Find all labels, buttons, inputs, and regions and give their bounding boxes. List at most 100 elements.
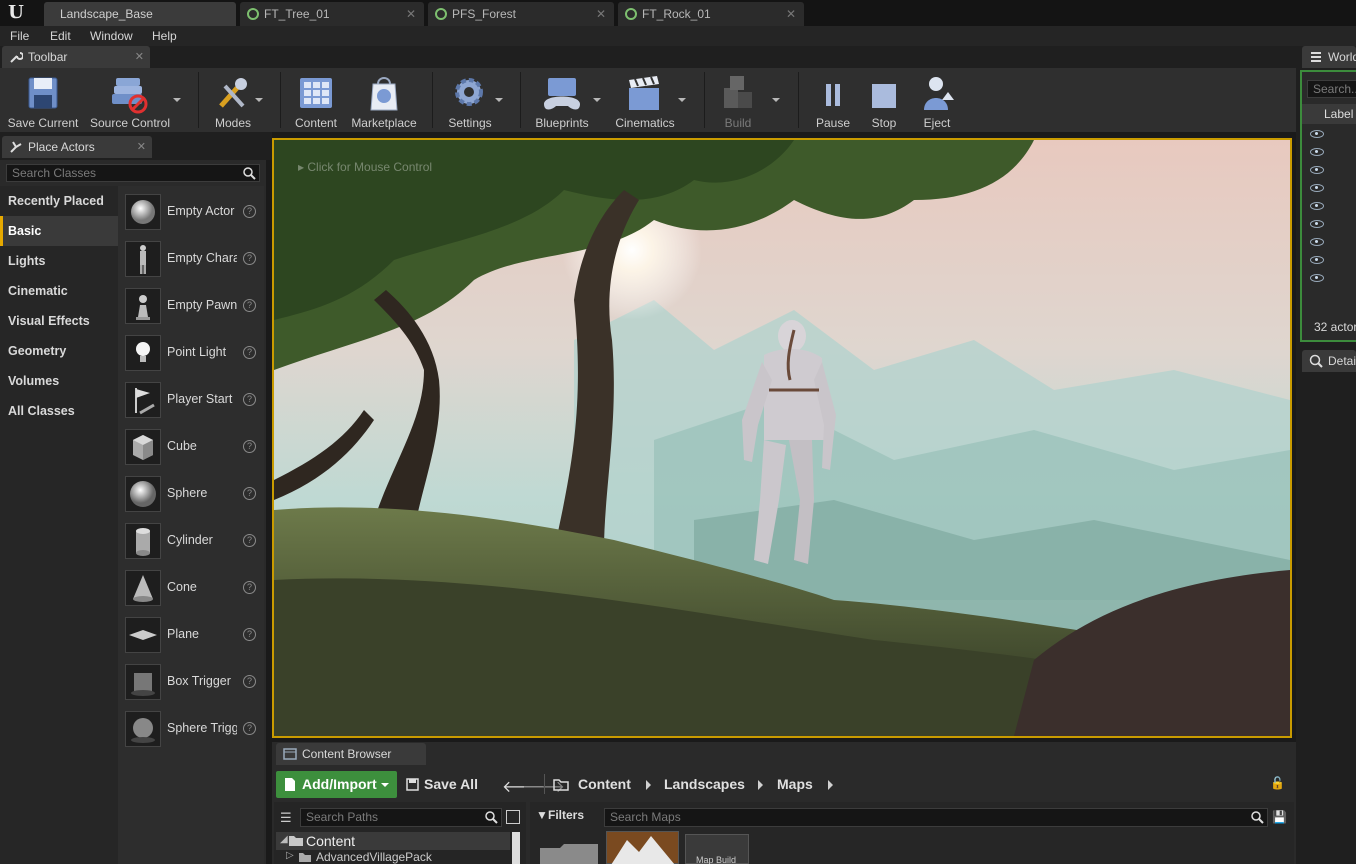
column-label[interactable]: Label — [1324, 107, 1353, 121]
breadcrumb-landscapes[interactable]: Landscapes — [664, 776, 745, 792]
help-icon[interactable]: ? — [243, 675, 256, 688]
eye-icon[interactable] — [1310, 256, 1324, 264]
folder-open-icon[interactable] — [553, 778, 569, 791]
toggle-sources-icon[interactable]: ☰ — [280, 810, 292, 826]
content-button[interactable]: Content — [290, 72, 342, 130]
actor-item-box-trigger[interactable]: Box Trigger ? — [118, 662, 264, 709]
close-icon[interactable]: ✕ — [137, 136, 146, 158]
category-geometry[interactable]: Geometry — [0, 336, 118, 366]
eject-button[interactable]: Eject — [914, 72, 960, 130]
category-all-classes[interactable]: All Classes — [0, 396, 118, 426]
asset-map-build-tile[interactable]: Map Build — [685, 834, 749, 864]
save-search-icon[interactable]: 💾 — [1272, 810, 1287, 824]
eye-icon[interactable] — [1310, 130, 1324, 138]
chevron-down-icon[interactable] — [255, 98, 263, 102]
details-tab[interactable]: Details — [1302, 350, 1356, 372]
cinematics-button[interactable]: Cinematics — [610, 72, 680, 130]
help-icon[interactable]: ? — [243, 628, 256, 641]
help-icon[interactable]: ? — [243, 393, 256, 406]
tree-item-advancedvillagepack[interactable]: ▷ AdvancedVillagePack — [286, 850, 510, 864]
breadcrumb-maps[interactable]: Maps — [777, 776, 813, 792]
eye-icon[interactable] — [1310, 238, 1324, 246]
tab-ft-rock-01[interactable]: FT_Rock_01 ✕ — [618, 2, 804, 26]
save-current-button[interactable]: Save Current — [4, 72, 82, 130]
eye-icon[interactable] — [1310, 148, 1324, 156]
add-import-button[interactable]: Add/Import — [276, 771, 397, 798]
asset-map-thumbnail[interactable] — [606, 831, 679, 864]
actor-item-plane[interactable]: Plane ? — [118, 615, 264, 662]
build-button[interactable]: Build — [712, 72, 764, 130]
actor-item-empty-pawn[interactable]: Empty Pawn ? — [118, 286, 264, 333]
scrollbar-thumb[interactable] — [512, 832, 520, 864]
chevron-down-icon[interactable] — [593, 98, 601, 102]
search-paths-input[interactable]: Search Paths — [300, 808, 502, 827]
menu-file[interactable]: File — [10, 29, 29, 43]
blueprints-button[interactable]: Blueprints — [530, 72, 594, 130]
stop-button[interactable]: Stop — [862, 72, 906, 130]
category-cinematic[interactable]: Cinematic — [0, 276, 118, 306]
help-icon[interactable]: ? — [243, 440, 256, 453]
actor-item-cylinder[interactable]: Cylinder ? — [118, 521, 264, 568]
tab-landscape-base[interactable]: Landscape_Base — [44, 2, 236, 26]
help-icon[interactable]: ? — [243, 252, 256, 265]
actor-item-empty-character[interactable]: Empty Character ? — [118, 239, 264, 286]
chevron-down-icon[interactable] — [173, 98, 181, 102]
actor-item-cube[interactable]: Cube ? — [118, 427, 264, 474]
help-icon[interactable]: ? — [243, 487, 256, 500]
place-actors-panel-tab[interactable]: Place Actors ✕ — [2, 136, 152, 158]
search-classes-input[interactable]: Search Classes — [6, 164, 260, 182]
chevron-down-icon[interactable] — [495, 98, 503, 102]
expand-arrow-icon[interactable]: ◢ — [280, 834, 288, 845]
eye-icon[interactable] — [1310, 166, 1324, 174]
help-icon[interactable]: ? — [243, 346, 256, 359]
menu-help[interactable]: Help — [152, 29, 177, 43]
actor-item-sphere-trigger[interactable]: Sphere Trigger ? — [118, 709, 264, 756]
actor-item-sphere[interactable]: Sphere ? — [118, 474, 264, 521]
eye-icon[interactable] — [1310, 220, 1324, 228]
chevron-down-icon[interactable] — [772, 98, 780, 102]
filters-button[interactable]: ▼ Filters — [536, 808, 584, 826]
actor-item-point-light[interactable]: Point Light ? — [118, 333, 264, 380]
category-recently-placed[interactable]: Recently Placed — [0, 186, 118, 216]
settings-button[interactable]: Settings — [442, 72, 498, 130]
breadcrumb-arrow-icon[interactable] — [828, 780, 833, 790]
level-viewport[interactable]: ▸ Click for Mouse Control — [272, 138, 1292, 738]
outliner-search-input[interactable]: Search... — [1307, 80, 1356, 98]
help-icon[interactable]: ? — [243, 205, 256, 218]
lock-icon[interactable]: 🔓 — [1270, 776, 1285, 790]
asset-folder-tile[interactable] — [538, 840, 600, 864]
save-all-button[interactable]: Save All — [406, 776, 478, 794]
category-lights[interactable]: Lights — [0, 246, 118, 276]
tree-item-content[interactable]: ◢ Content — [276, 832, 510, 850]
breadcrumb-arrow-icon[interactable] — [646, 780, 651, 790]
eye-icon[interactable] — [1310, 202, 1324, 210]
breadcrumb-content[interactable]: Content — [578, 776, 631, 792]
tab-ft-tree-01[interactable]: FT_Tree_01 ✕ — [240, 2, 424, 26]
menu-edit[interactable]: Edit — [50, 29, 71, 43]
close-icon[interactable]: ✕ — [135, 46, 144, 68]
actor-item-player-start[interactable]: Player Start ? — [118, 380, 264, 427]
close-icon[interactable]: ✕ — [406, 2, 416, 26]
help-icon[interactable]: ? — [243, 581, 256, 594]
tab-pfs-forest[interactable]: PFS_Forest ✕ — [428, 2, 614, 26]
category-volumes[interactable]: Volumes — [0, 366, 118, 396]
help-icon[interactable]: ? — [243, 722, 256, 735]
world-outliner-tab[interactable]: World Outliner — [1302, 46, 1356, 68]
chevron-down-icon[interactable] — [678, 98, 686, 102]
close-icon[interactable]: ✕ — [786, 2, 796, 26]
source-control-button[interactable]: Source Control — [86, 72, 174, 130]
view-options-icon[interactable] — [506, 810, 520, 824]
menu-window[interactable]: Window — [90, 29, 133, 43]
unreal-logo-icon[interactable]: U — [6, 3, 26, 23]
category-basic[interactable]: Basic — [0, 216, 118, 246]
search-maps-input[interactable]: Search Maps — [604, 808, 1268, 827]
eye-icon[interactable] — [1310, 274, 1324, 282]
actor-item-empty-actor[interactable]: Empty Actor ? — [118, 192, 264, 239]
marketplace-button[interactable]: Marketplace — [348, 72, 420, 130]
breadcrumb-arrow-icon[interactable] — [758, 780, 763, 790]
expand-arrow-icon[interactable]: ▷ — [286, 850, 294, 861]
help-icon[interactable]: ? — [243, 534, 256, 547]
actor-item-cone[interactable]: Cone ? — [118, 568, 264, 615]
toolbar-panel-tab[interactable]: Toolbar ✕ — [2, 46, 150, 68]
eye-icon[interactable] — [1310, 184, 1324, 192]
